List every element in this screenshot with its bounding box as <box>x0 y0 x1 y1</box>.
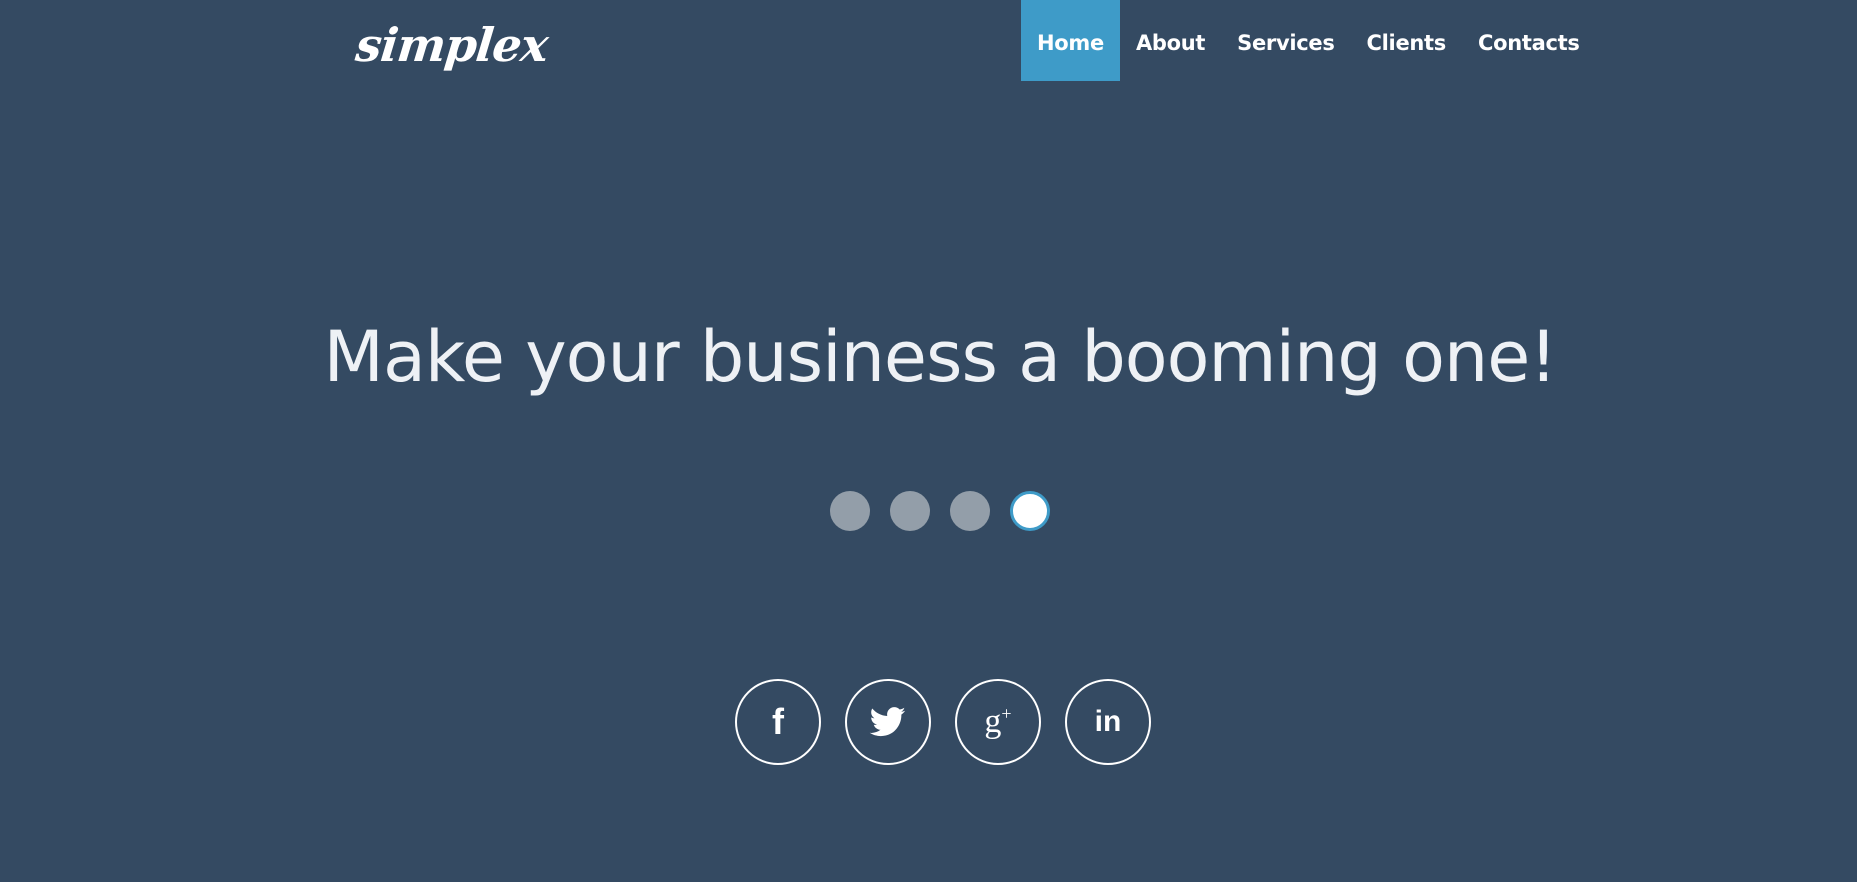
main-nav: Home About Services Clients Contacts <box>1021 0 1596 81</box>
nav-item-services[interactable]: Services <box>1221 0 1350 81</box>
logo[interactable]: simplex <box>353 18 550 72</box>
nav-item-contacts[interactable]: Contacts <box>1462 0 1596 81</box>
slider-pagination <box>830 491 1050 531</box>
facebook-icon: f <box>772 701 784 742</box>
facebook-button[interactable]: f <box>735 679 821 765</box>
twitter-icon <box>869 707 906 737</box>
twitter-button[interactable] <box>845 679 931 765</box>
linkedin-icon: in <box>1094 705 1122 738</box>
linkedin-button[interactable]: in <box>1065 679 1151 765</box>
slider-dot-1[interactable] <box>830 491 870 531</box>
slider-dot-2[interactable] <box>890 491 930 531</box>
landing-page: simplex Home About Services Clients Cont… <box>0 0 1857 882</box>
nav-item-clients[interactable]: Clients <box>1351 0 1462 81</box>
slider-dot-4[interactable] <box>1010 491 1050 531</box>
nav-item-home[interactable]: Home <box>1021 0 1120 81</box>
slider-dot-3[interactable] <box>950 491 990 531</box>
google-plus-icon: g+ <box>984 703 1012 740</box>
nav-item-about[interactable]: About <box>1120 0 1221 81</box>
social-links: f g+ in <box>735 679 1151 765</box>
hero-headline: Make your business a booming one! <box>323 315 1558 398</box>
google-plus-button[interactable]: g+ <box>955 679 1041 765</box>
